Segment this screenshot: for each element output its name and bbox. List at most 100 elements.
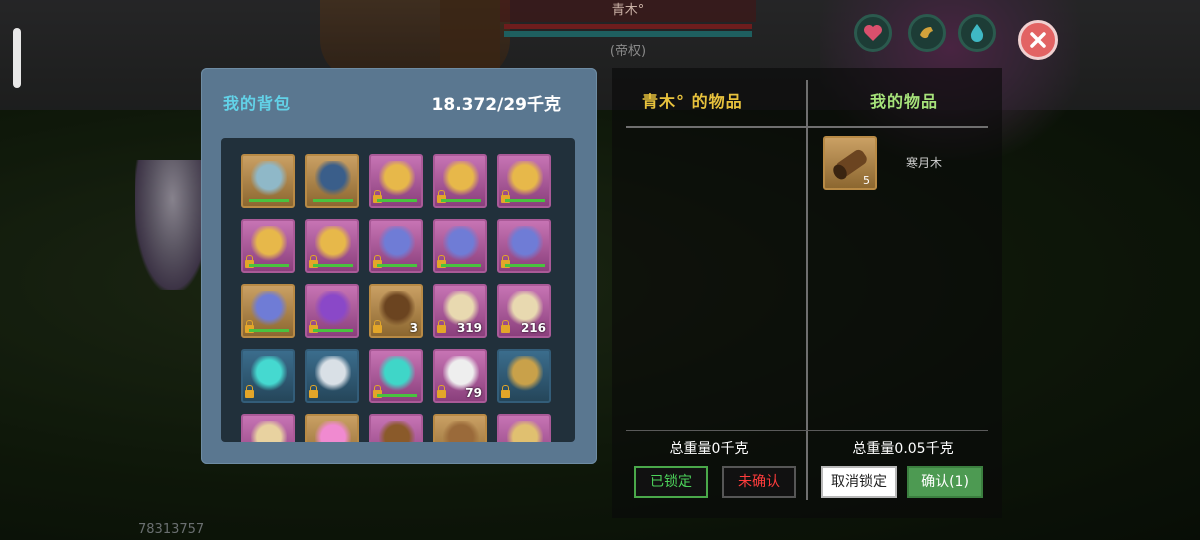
backpack-slot[interactable]: [241, 284, 295, 338]
item-count: 79: [465, 386, 482, 400]
trade-panel: 青木° 的物品 我的物品 5 寒月木 总重量0千克 总重量0.05千克 已锁定 …: [612, 68, 1002, 518]
lock-icon: [245, 385, 254, 398]
backpack-slot[interactable]: [497, 154, 551, 208]
backpack-title: 我的背包: [223, 94, 292, 113]
backpack-slot[interactable]: [369, 414, 423, 442]
gem-amulet-icon: [315, 226, 351, 262]
armor-icon: [251, 161, 287, 197]
turret-icon: [507, 421, 543, 442]
crystal-ball-icon: [379, 356, 415, 392]
my-total-weight: 总重量0.05千克: [852, 441, 954, 457]
backpack-slot[interactable]: 319: [433, 284, 487, 338]
gesture-button[interactable]: [908, 14, 946, 52]
durability-bar: [249, 264, 289, 267]
durability-bar: [249, 329, 289, 332]
backpack-slot[interactable]: [305, 219, 359, 273]
my-trade-item-name: 寒月木: [906, 156, 943, 170]
backpack-slot[interactable]: 3: [369, 284, 423, 338]
backpack-weight: 18.372/29千克: [431, 95, 561, 115]
target-hp-bar: [504, 24, 752, 29]
lock-icon: [373, 320, 382, 333]
close-icon: [1030, 32, 1046, 48]
item-count: 319: [456, 321, 482, 335]
favorite-button[interactable]: [854, 14, 892, 52]
backpack-slot[interactable]: [305, 284, 359, 338]
durability-bar: [313, 199, 353, 202]
backpack-slot[interactable]: [305, 154, 359, 208]
cyan-egg-icon: [251, 356, 287, 392]
backpack-slot[interactable]: [369, 349, 423, 403]
backpack-slot[interactable]: [433, 219, 487, 273]
backpack-grid[interactable]: 3 319 216 79: [221, 138, 575, 442]
backpack-slot[interactable]: [241, 219, 295, 273]
pink-crystal-icon: [315, 421, 351, 442]
side-drawer-handle[interactable]: [13, 28, 21, 88]
durability-bar: [313, 329, 353, 332]
item-count: 5: [863, 174, 870, 187]
scroll-icon: [251, 421, 287, 442]
backpack-slot[interactable]: [433, 154, 487, 208]
other-unconfirmed-status: 未确认: [722, 466, 796, 498]
leggings-icon: [315, 161, 351, 197]
backpack-slot[interactable]: [497, 349, 551, 403]
heart-icon: [864, 25, 882, 41]
backpack-panel: 我的背包 18.372/29千克 3 319 216 79: [201, 68, 597, 464]
blue-gem-amulet-icon: [379, 226, 415, 262]
my-trade-item-slot[interactable]: 5: [823, 136, 877, 190]
item-count: 3: [409, 321, 418, 335]
backpack-slot[interactable]: [497, 414, 551, 442]
divider: [626, 430, 988, 431]
player-id: 78313757: [138, 522, 205, 537]
water-drop-icon: [970, 24, 984, 42]
backpack-slot[interactable]: [369, 154, 423, 208]
target-energy-bar: [504, 31, 752, 37]
backpack-slot[interactable]: [241, 349, 295, 403]
other-items-title: 青木° 的物品: [642, 92, 743, 111]
target-title: (帝权): [609, 44, 647, 59]
backpack-slot[interactable]: [305, 349, 359, 403]
backpack-slot[interactable]: [497, 219, 551, 273]
target-name: 青木°: [500, 0, 756, 22]
hand-icon: [920, 27, 933, 39]
my-items-title: 我的物品: [869, 92, 938, 111]
lock-icon: [501, 320, 510, 333]
backpack-slot[interactable]: [369, 219, 423, 273]
other-locked-status: 已锁定: [634, 466, 708, 498]
other-total-weight: 总重量0千克: [669, 441, 749, 457]
close-button[interactable]: [1018, 20, 1058, 60]
backpack-slot[interactable]: [241, 154, 295, 208]
gem-amulet-icon: [507, 161, 543, 197]
durability-bar: [441, 199, 481, 202]
cancel-lock-button[interactable]: 取消锁定: [821, 466, 897, 498]
blue-gem-amulet-icon: [507, 226, 543, 262]
dim-overlay: [0, 0, 1200, 540]
water-button[interactable]: [958, 14, 996, 52]
purple-gem-amulet-icon: [315, 291, 351, 327]
backpack-slot[interactable]: [305, 414, 359, 442]
drone-icon: [507, 356, 543, 392]
durability-bar: [441, 264, 481, 267]
blue-gem-amulet-icon: [443, 226, 479, 262]
item-count: 216: [520, 321, 546, 335]
durability-bar: [505, 199, 545, 202]
durability-bar: [377, 199, 417, 202]
backpack-slot[interactable]: [241, 414, 295, 442]
gem-amulet-icon: [251, 226, 287, 262]
target-info: 青木° (帝权): [500, 0, 756, 59]
divider: [806, 80, 808, 500]
confirm-trade-button[interactable]: 确认(1): [907, 466, 983, 498]
durability-bar: [505, 264, 545, 267]
hammer-icon: [443, 421, 479, 442]
durability-bar: [249, 199, 289, 202]
gem-amulet-icon: [443, 161, 479, 197]
eye-stone-icon: [315, 356, 351, 392]
durability-bar: [377, 264, 417, 267]
backpack-slot[interactable]: [433, 414, 487, 442]
backpack-slot[interactable]: 79: [433, 349, 487, 403]
backpack-slot[interactable]: 216: [497, 284, 551, 338]
durability-bar: [313, 264, 353, 267]
plank-icon: [379, 421, 415, 442]
lock-icon: [437, 385, 446, 398]
lock-icon: [501, 385, 510, 398]
lock-icon: [437, 320, 446, 333]
